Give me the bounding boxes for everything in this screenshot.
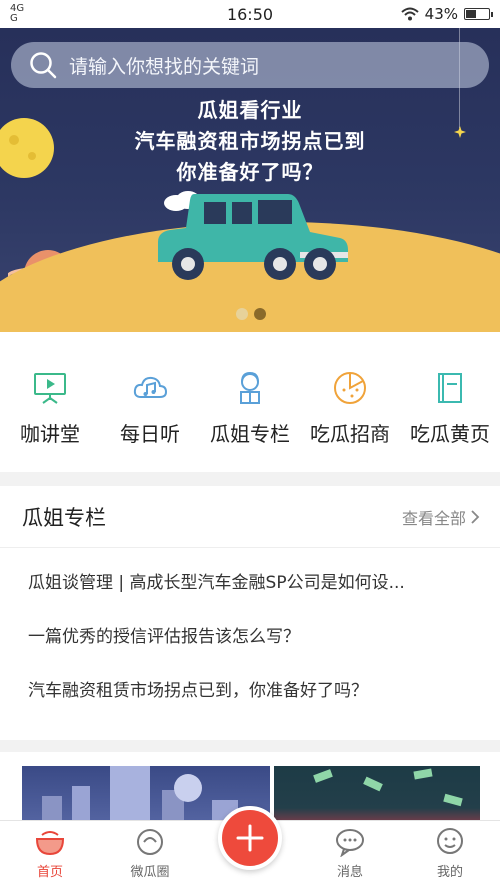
chevron-right-icon — [471, 509, 480, 524]
tab-melon-circle[interactable]: 微瓜圈 — [100, 821, 200, 888]
carousel-dot-2[interactable] — [254, 308, 266, 320]
tab-label: 我的 — [436, 865, 463, 880]
girl-reading-icon — [240, 371, 260, 404]
banner-line-3: 你准备好了吗？ — [176, 160, 324, 184]
column-title: 瓜姐专栏 — [22, 505, 106, 530]
article-item[interactable]: 一篇优秀的授信评估报告该怎么写？ — [0, 610, 500, 664]
network-signal: G — [10, 13, 18, 24]
melon-slice-icon — [334, 372, 366, 404]
book-icon — [438, 373, 462, 403]
battery-icon — [464, 8, 493, 20]
quick-nav-label: 咖讲堂 — [20, 422, 80, 446]
tab-profile[interactable]: 我的 — [400, 821, 500, 888]
chat-bubble-icon — [336, 829, 364, 857]
clock: 16:50 — [226, 4, 274, 24]
user-face-icon — [437, 828, 463, 854]
quick-nav-investment[interactable]: 吃瓜招商 — [302, 370, 398, 472]
status-bar: 4G G 16:50 43% — [0, 0, 500, 28]
tab-label: 消息 — [336, 865, 363, 880]
view-all-label: 查看全部 — [401, 508, 466, 528]
article-item[interactable]: 瓜姐谈管理 | 高成长型汽车金融SP公司是如何设... — [0, 556, 500, 610]
quick-nav-daily-listen[interactable]: 每日听 — [102, 370, 198, 472]
column-header: 瓜姐专栏 查看全部 — [0, 486, 500, 548]
presentation-board-icon — [34, 373, 66, 404]
article-item[interactable]: 汽车融资租赁市场拐点已到，你准备好了吗？ — [0, 664, 500, 718]
search-icon — [30, 52, 57, 79]
banner-line-2: 汽车融资租市场拐点已到 — [134, 129, 366, 153]
tab-label: 微瓜圈 — [130, 865, 170, 880]
wifi-icon — [400, 7, 419, 21]
app-screen: 4G G 16:50 43% 请输入你想找的关键词 瓜姐看行业 汽车融资租市场拐… — [0, 0, 500, 888]
banner-line-1: 瓜姐看行业 — [197, 98, 303, 122]
view-all-link[interactable]: 查看全部 — [402, 505, 480, 529]
plus-icon — [236, 824, 264, 852]
circle-melon-icon — [137, 829, 163, 855]
quick-nav: 咖讲堂 每日听 瓜姐专栏 吃瓜招商 吃瓜黄页 — [0, 332, 500, 472]
quick-nav-sister-column[interactable]: 瓜姐专栏 — [202, 370, 298, 472]
quick-nav-label: 瓜姐专栏 — [210, 422, 290, 446]
battery-percent: 43% — [424, 5, 458, 23]
network-indicator: 4G G — [10, 4, 24, 24]
tab-label: 首页 — [36, 865, 63, 880]
home-melon-icon — [35, 831, 65, 856]
column-section: 瓜姐专栏 查看全部 瓜姐谈管理 | 高成长型汽车金融SP公司是如何设... 一篇… — [0, 486, 500, 740]
search-placeholder: 请输入你想找的关键词 — [69, 55, 260, 78]
add-button[interactable] — [218, 806, 282, 870]
quick-nav-yellow-pages[interactable]: 吃瓜黄页 — [402, 370, 498, 472]
cloud-music-icon — [133, 376, 168, 398]
tab-messages[interactable]: 消息 — [300, 821, 400, 888]
quick-nav-label: 吃瓜招商 — [310, 422, 390, 446]
car-icon — [158, 194, 348, 280]
carousel-dot-1[interactable] — [236, 308, 248, 320]
promo-banner[interactable]: 请输入你想找的关键词 瓜姐看行业 汽车融资租市场拐点已到 你准备好了吗？ — [0, 28, 500, 332]
tab-home[interactable]: 首页 — [0, 821, 100, 888]
carousel-indicator — [236, 308, 266, 320]
search-bar[interactable]: 请输入你想找的关键词 — [11, 42, 489, 88]
quick-nav-label: 吃瓜黄页 — [410, 422, 490, 446]
quick-nav-lecture-hall[interactable]: 咖讲堂 — [2, 370, 98, 472]
quick-nav-label: 每日听 — [120, 422, 180, 446]
article-list: 瓜姐谈管理 | 高成长型汽车金融SP公司是如何设... 一篇优秀的授信评估报告该… — [0, 548, 500, 718]
